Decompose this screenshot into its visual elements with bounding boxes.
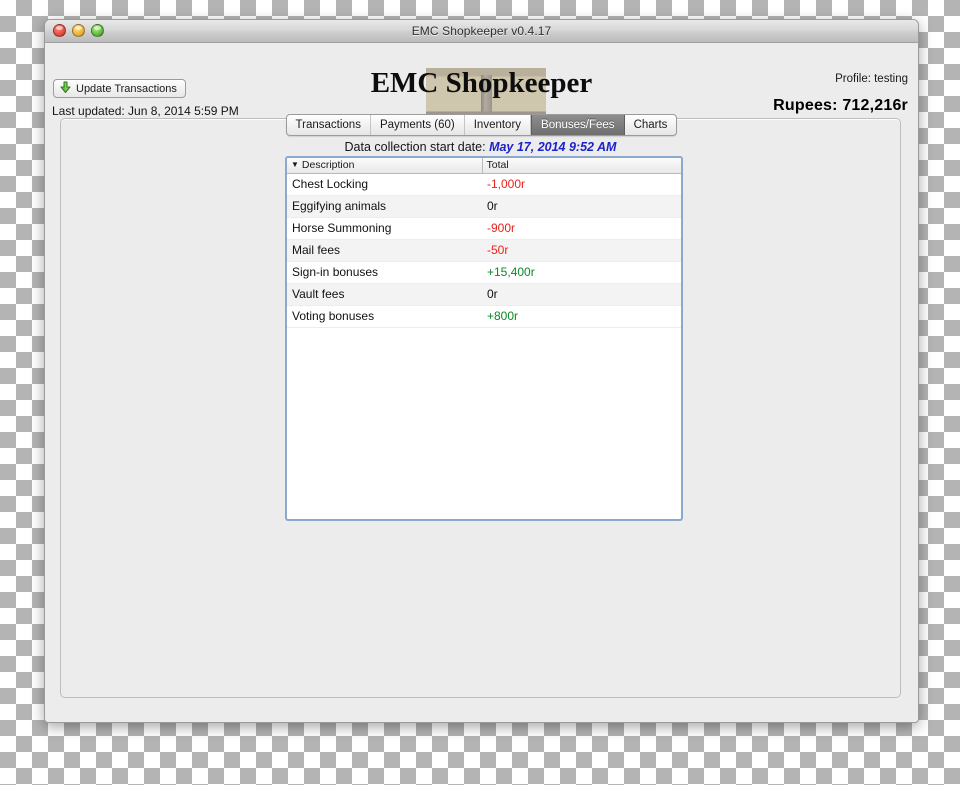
app-header: EMC Shopkeeper Update Transactions Last … bbox=[45, 43, 918, 127]
bonuses-fees-table: ▼ Description Total Chest Locking -1,000r… bbox=[287, 158, 681, 328]
table-row[interactable]: Horse Summoning -900r bbox=[287, 217, 681, 240]
table-header-row: ▼ Description Total bbox=[287, 158, 681, 174]
column-header-description-label: Description bbox=[301, 159, 355, 171]
window-controls bbox=[53, 24, 104, 37]
zoom-button-icon[interactable] bbox=[91, 24, 104, 37]
cell-total: -900r bbox=[482, 217, 681, 240]
update-transactions-button[interactable]: Update Transactions bbox=[53, 79, 186, 98]
tab-bonuses-fees[interactable]: Bonuses/Fees bbox=[531, 115, 625, 135]
cell-total: 0r bbox=[482, 283, 681, 306]
cell-description: Chest Locking bbox=[287, 173, 482, 196]
table-row[interactable]: Sign-in bonuses +15,400r bbox=[287, 261, 681, 284]
tab-charts[interactable]: Charts bbox=[625, 115, 677, 135]
table-row[interactable]: Mail fees -50r bbox=[287, 239, 681, 262]
table-row[interactable]: Eggifying animals 0r bbox=[287, 195, 681, 218]
tab-bar: Transactions Payments (60) Inventory Bon… bbox=[45, 114, 918, 136]
cell-description: Sign-in bonuses bbox=[287, 261, 482, 284]
rupees-balance: Rupees: 712,216r bbox=[773, 97, 908, 114]
green-down-arrow-icon bbox=[59, 81, 72, 97]
cell-total: +800r bbox=[482, 305, 681, 328]
table-row[interactable]: Vault fees 0r bbox=[287, 283, 681, 306]
cell-description: Vault fees bbox=[287, 283, 482, 306]
profile-text: Profile: testing bbox=[835, 73, 908, 85]
tab-transactions[interactable]: Transactions bbox=[287, 115, 371, 135]
data-collection-line: Data collection start date: May 17, 2014… bbox=[61, 140, 900, 154]
sort-descending-icon: ▼ bbox=[291, 160, 299, 169]
cell-total: +15,400r bbox=[482, 261, 681, 284]
cell-description: Eggifying animals bbox=[287, 195, 482, 218]
application-window: EMC Shopkeeper v0.4.17 EMC Shopkeeper Up… bbox=[44, 19, 919, 723]
cell-total: 0r bbox=[482, 195, 681, 218]
cell-total: -1,000r bbox=[482, 173, 681, 196]
window-title: EMC Shopkeeper v0.4.17 bbox=[411, 24, 552, 38]
column-header-description[interactable]: ▼ Description bbox=[287, 158, 482, 174]
cell-description: Mail fees bbox=[287, 239, 482, 262]
data-collection-date[interactable]: May 17, 2014 9:52 AM bbox=[489, 140, 616, 154]
close-button-icon[interactable] bbox=[53, 24, 66, 37]
cell-description: Voting bonuses bbox=[287, 305, 482, 328]
cell-total: -50r bbox=[482, 239, 681, 262]
cell-description: Horse Summoning bbox=[287, 217, 482, 240]
tab-inventory[interactable]: Inventory bbox=[465, 115, 532, 135]
column-header-total-label: Total bbox=[486, 159, 509, 171]
content-panel: Data collection start date: May 17, 2014… bbox=[60, 118, 901, 698]
table-row[interactable]: Voting bonuses +800r bbox=[287, 305, 681, 328]
update-transactions-label: Update Transactions bbox=[76, 82, 177, 95]
minimize-button-icon[interactable] bbox=[72, 24, 85, 37]
column-header-total[interactable]: Total bbox=[481, 158, 681, 174]
tab-payments[interactable]: Payments (60) bbox=[371, 115, 465, 135]
table-row[interactable]: Chest Locking -1,000r bbox=[287, 173, 681, 196]
bonuses-fees-table-container[interactable]: ▼ Description Total Chest Locking -1,000r… bbox=[285, 156, 683, 521]
table-body: Chest Locking -1,000r Eggifying animals … bbox=[287, 173, 681, 328]
data-collection-label: Data collection start date: bbox=[344, 140, 486, 154]
window-titlebar[interactable]: EMC Shopkeeper v0.4.17 bbox=[45, 20, 918, 43]
